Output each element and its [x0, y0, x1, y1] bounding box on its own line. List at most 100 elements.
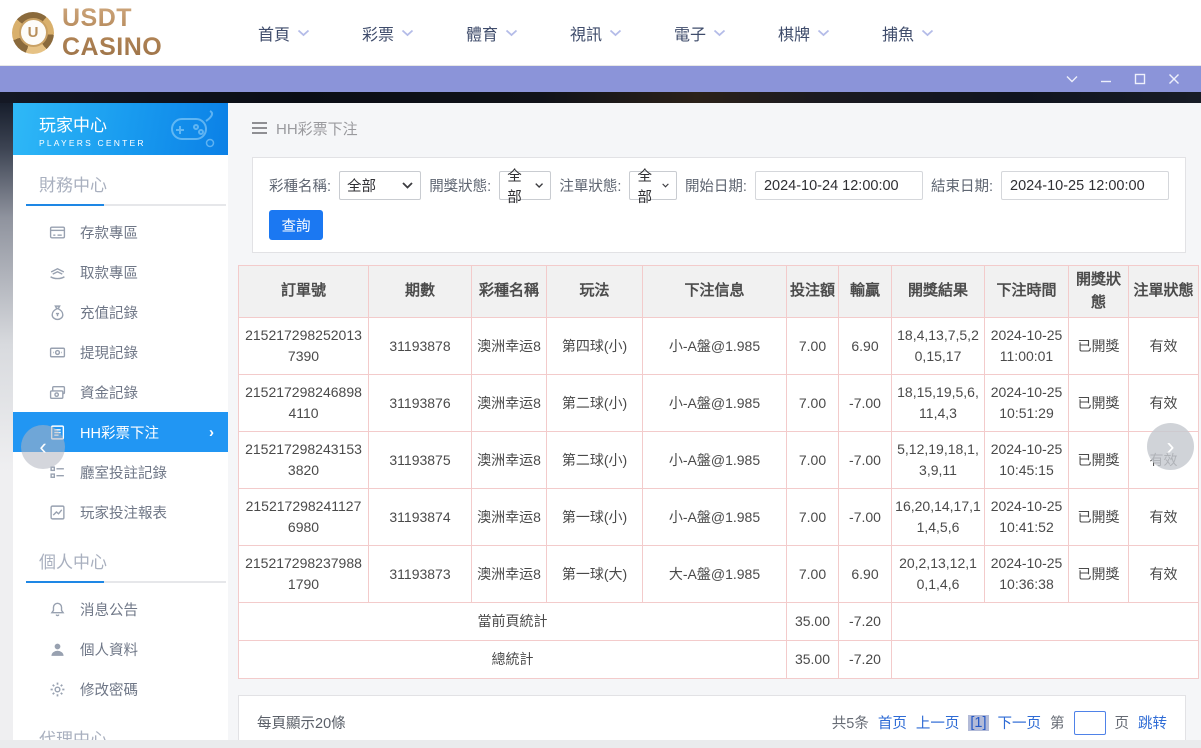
sidebar-item-funds-record[interactable]: 資金記錄›	[13, 372, 228, 412]
sidebar-item-notice[interactable]: 消息公告›	[13, 589, 228, 629]
notice-icon	[48, 600, 66, 618]
col-header-0: 訂單號	[238, 265, 369, 318]
chevron-down-icon	[921, 29, 934, 37]
chevron-down-icon	[535, 183, 544, 188]
current-page-summary-row: 當前頁統計 35.00 -7.20	[238, 602, 1199, 641]
col-header-10: 注單狀態	[1128, 265, 1199, 318]
lottery-name-select[interactable]: 全部	[339, 171, 422, 200]
nav-item-6[interactable]: 捕魚	[856, 0, 960, 66]
chevron-down-icon	[401, 29, 414, 37]
total-count: 共5条	[831, 716, 869, 732]
next-page-link[interactable]: 下一页	[998, 712, 1042, 733]
main-content: HH彩票下注 彩種名稱: 全部 開獎狀態: 全部 注單狀態: 全部 開始日期: …	[228, 103, 1201, 740]
draw-status-select[interactable]: 全部	[499, 169, 552, 206]
sidebar-item-label: 消息公告	[80, 602, 138, 619]
jump-link[interactable]: 跳转	[1138, 712, 1167, 733]
workspace: 玩家中心 PLAYERS CENTER 財務中心存款專區›取款專區›充值記錄›提…	[0, 103, 1201, 748]
chevron-down-icon	[713, 29, 726, 37]
profile-icon	[48, 640, 66, 658]
col-header-6: 輸贏	[838, 265, 892, 318]
banner-strip	[0, 92, 1201, 103]
filter-panel: 彩種名稱: 全部 開獎狀態: 全部 注單狀態: 全部 開始日期: 結束日期:	[252, 157, 1186, 253]
window-close-icon[interactable]	[1157, 66, 1191, 92]
report-icon	[48, 503, 66, 521]
nav-item-label: 電子	[673, 26, 706, 44]
col-header-5: 投注額	[786, 265, 839, 318]
page-size-text: 每頁顯示20條	[257, 716, 346, 732]
sidebar-collapse-button[interactable]: ‹	[21, 425, 65, 469]
col-header-4: 下注信息	[642, 265, 787, 318]
sidebar-item-deposit[interactable]: 存款專區›	[13, 212, 228, 252]
grand-total-row: 總統計 35.00 -7.20	[238, 640, 1199, 679]
chevron-down-icon	[817, 29, 830, 37]
gamepad-icon	[171, 110, 215, 148]
col-header-1: 期數	[368, 265, 472, 318]
logo-text: USDT CASINO	[62, 4, 232, 62]
end-date-input[interactable]	[1001, 171, 1169, 200]
order-status-label: 注單狀態:	[559, 179, 622, 195]
window-minimize-icon[interactable]	[1089, 66, 1123, 92]
nav-item-label: 棋牌	[777, 26, 810, 44]
sidebar-item-label: 廳室投註記錄	[80, 465, 167, 482]
draw-status-label: 開獎狀態:	[429, 179, 492, 195]
sidebar-item-label: 提現記錄	[80, 345, 138, 362]
sidebar-item-password[interactable]: 修改密碼›	[13, 669, 228, 709]
start-date-label: 開始日期:	[684, 179, 747, 195]
nav-item-4[interactable]: 電子	[648, 0, 752, 66]
sidebar-item-label: HH彩票下注	[80, 425, 159, 442]
window-maximize-icon[interactable]	[1123, 66, 1157, 92]
main-nav: 首頁 彩票 體育 視訊 電子 棋牌 捕魚	[232, 0, 960, 66]
col-header-2: 彩種名稱	[471, 265, 547, 318]
nav-item-0[interactable]: 首頁	[232, 0, 336, 66]
nav-item-label: 視訊	[569, 26, 602, 44]
prev-page-link[interactable]: 上一页	[916, 712, 960, 733]
sidebar-item-label: 修改密碼	[80, 682, 138, 699]
nav-item-3[interactable]: 視訊	[544, 0, 648, 66]
page-title: HH彩票下注	[276, 120, 358, 138]
sidebar-item-withdraw[interactable]: 取款專區›	[13, 252, 228, 292]
sidebar-header: 玩家中心 PLAYERS CENTER	[13, 103, 228, 155]
search-button[interactable]: 查詢	[269, 210, 323, 240]
sidebar-section-title-0: 財務中心	[39, 176, 107, 195]
background-image-strip	[0, 103, 13, 740]
sidebar-section-title-2: 代理中心	[39, 730, 107, 740]
col-header-8: 下注時間	[984, 265, 1069, 318]
sidebar-item-label: 玩家投注報表	[80, 505, 167, 522]
logo[interactable]: U USDT CASINO	[0, 4, 232, 62]
nav-item-2[interactable]: 體育	[440, 0, 544, 66]
site-header: U USDT CASINO 首頁 彩票 體育 視訊 電子 棋牌 捕魚	[0, 0, 1201, 66]
sidebar-item-withdrawal-record[interactable]: 提現記錄›	[13, 332, 228, 372]
section-divider	[26, 581, 226, 583]
lottery-name-label: 彩種名稱:	[269, 179, 332, 195]
chevron-down-icon	[297, 29, 310, 37]
section-divider	[26, 204, 226, 206]
page-jump-input[interactable]	[1073, 710, 1106, 735]
sidebar: 玩家中心 PLAYERS CENTER 財務中心存款專區›取款專區›充值記錄›提…	[13, 103, 228, 740]
funds-record-icon	[48, 383, 66, 401]
end-date-label: 結束日期:	[930, 179, 993, 195]
sidebar-item-report[interactable]: 玩家投注報表›	[13, 492, 228, 532]
sidebar-item-recharge-record[interactable]: 充值記錄›	[13, 292, 228, 332]
nav-item-label: 捕魚	[881, 26, 914, 44]
nav-item-1[interactable]: 彩票	[336, 0, 440, 66]
chevron-down-icon	[402, 182, 413, 189]
sidebar-item-label: 充值記錄	[80, 305, 138, 322]
panel-next-button[interactable]: ›	[1147, 423, 1194, 470]
order-status-select[interactable]: 全部	[629, 169, 677, 206]
nav-item-label: 彩票	[361, 26, 394, 44]
nav-item-label: 體育	[465, 26, 498, 44]
start-date-input[interactable]	[754, 171, 923, 200]
sidebar-item-profile[interactable]: 個人資料›	[13, 629, 228, 669]
jump-suffix-label: 页	[1114, 716, 1130, 732]
first-page-link[interactable]: 首页	[878, 712, 907, 733]
menu-toggle-icon[interactable]	[252, 122, 267, 134]
bets-table: 訂單號 期數 彩種名稱 玩法 下注信息 投注額 輸贏 開獎結果 下注時間 開獎狀態 注單狀態 215…	[238, 265, 1199, 679]
table-row: 2152172982520137390 31193878 澳洲幸运8 第四球(小) 小-…	[238, 317, 1199, 375]
recharge-record-icon	[48, 303, 66, 321]
window-chevron-icon[interactable]	[1055, 66, 1089, 92]
sidebar-item-label: 取款專區	[80, 265, 138, 282]
table-row: 2152172982468984110 31193876 澳洲幸运8 第二球(小) 小-…	[238, 374, 1199, 432]
nav-item-5[interactable]: 棋牌	[752, 0, 856, 66]
sidebar-item-label: 資金記錄	[80, 385, 138, 402]
sidebar-item-label: 個人資料	[80, 642, 138, 659]
